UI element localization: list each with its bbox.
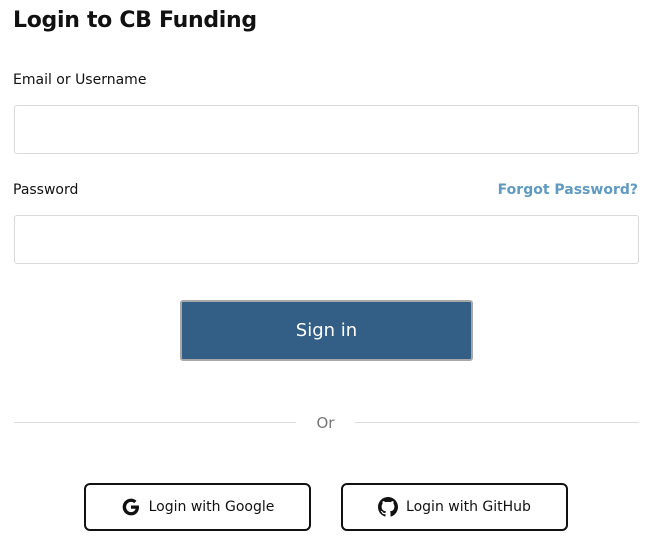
divider-line-right xyxy=(355,422,639,423)
google-icon xyxy=(121,497,141,517)
sign-in-button-label: Sign in xyxy=(295,320,358,341)
password-field[interactable] xyxy=(14,215,639,264)
divider-text: Or xyxy=(316,414,335,432)
login-with-github-button[interactable]: Login with GitHub xyxy=(341,483,568,531)
email-label: Email or Username xyxy=(13,72,147,88)
page-title: Login to CB Funding xyxy=(13,8,257,33)
password-label: Password xyxy=(13,182,79,198)
sign-in-button[interactable]: Sign in xyxy=(180,300,473,361)
email-field[interactable] xyxy=(14,105,639,154)
forgot-password-link[interactable]: Forgot Password? xyxy=(498,182,638,198)
login-with-google-label: Login with Google xyxy=(148,499,275,515)
login-with-github-label: Login with GitHub xyxy=(406,499,531,515)
login-with-google-button[interactable]: Login with Google xyxy=(84,483,311,531)
github-icon xyxy=(378,497,399,517)
